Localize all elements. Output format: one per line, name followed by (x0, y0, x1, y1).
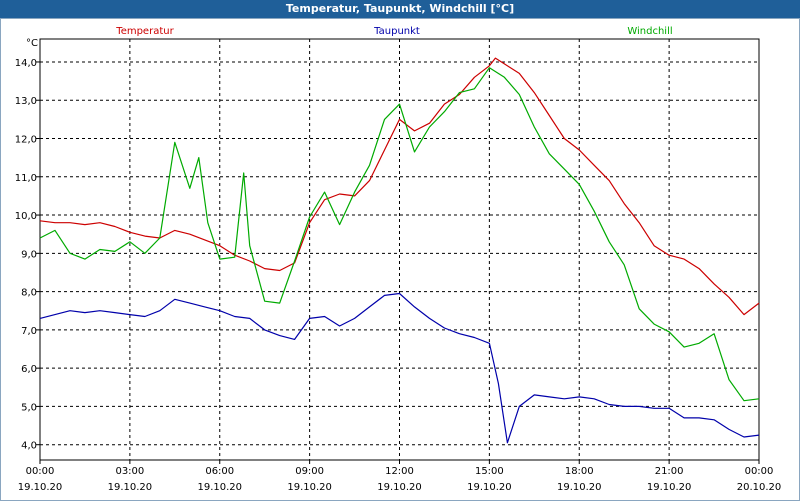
y-tick-label: 11,0 (15, 173, 37, 184)
x-tick-date-label: 19.10.20 (108, 482, 153, 493)
chart-title-bar: Temperatur, Taupunkt, Windchill [°C] (0, 0, 800, 18)
x-tick-date-label: 20.10.20 (737, 482, 782, 493)
x-tick-time-label: 18:00 (565, 466, 594, 477)
y-tick-label: 6,0 (21, 364, 37, 375)
legend-label-windchill: Windchill (627, 26, 672, 37)
y-axis-label: °C (26, 38, 38, 49)
x-tick-time-label: 00:00 (26, 466, 55, 477)
x-tick-time-label: 00:00 (745, 466, 774, 477)
legend-label-temperatur: Temperatur (115, 26, 174, 37)
y-tick-label: 14,0 (15, 58, 37, 69)
chart-title: Temperatur, Taupunkt, Windchill [°C] (285, 2, 515, 15)
x-tick-time-label: 21:00 (655, 466, 684, 477)
x-tick-date-label: 19.10.20 (287, 482, 332, 493)
x-tick-date-label: 19.10.20 (197, 482, 242, 493)
x-tick-date-label: 19.10.20 (557, 482, 602, 493)
y-tick-label: 8,0 (21, 288, 37, 299)
x-tick-time-label: 15:00 (475, 466, 504, 477)
legend-label-taupunkt: Taupunkt (373, 26, 420, 37)
line-chart: 4,0 5,0 6,0 7,0 8,0 9,0 10,0 11,0 12,0 13,0 14,0 °C… (15, 26, 782, 493)
y-tick-label: 10,0 (15, 211, 37, 222)
x-tick-date-label: 19.10.20 (18, 482, 63, 493)
x-tick-time-label: 06:00 (205, 466, 234, 477)
x-tick-time-label: 12:00 (385, 466, 414, 477)
y-tick-label: 9,0 (21, 249, 37, 260)
x-tick-time-label: 09:00 (295, 466, 324, 477)
y-tick-label: 5,0 (21, 402, 37, 413)
y-tick-label: 7,0 (21, 326, 37, 337)
x-tick-time-label: 03:00 (115, 466, 144, 477)
x-tick-date-label: 19.10.20 (647, 482, 692, 493)
y-tick-label: 12,0 (15, 135, 37, 146)
y-tick-label: 4,0 (21, 441, 37, 452)
x-tick-date-label: 19.10.20 (377, 482, 422, 493)
y-tick-label: 13,0 (15, 96, 37, 107)
x-tick-date-label: 19.10.20 (467, 482, 512, 493)
